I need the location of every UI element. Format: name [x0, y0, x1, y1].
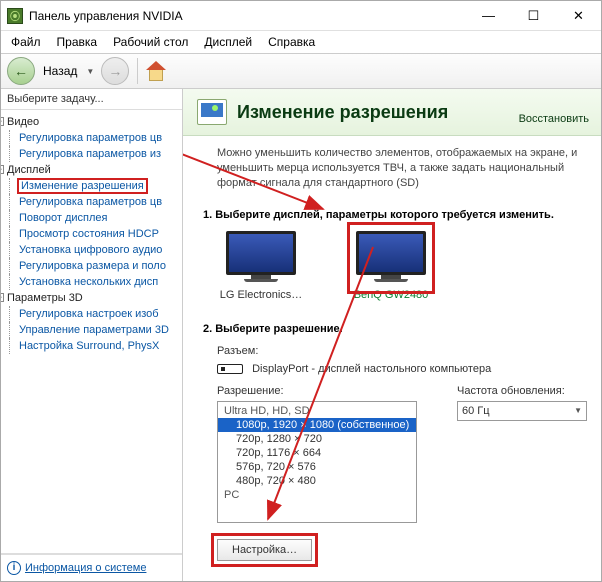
nvidia-icon: ⦿: [7, 8, 23, 24]
task-tree: −Видео Регулировка параметров цв Регулир…: [1, 109, 182, 554]
system-info-link[interactable]: iИнформация о системе: [1, 554, 182, 581]
tree-item[interactable]: Регулировка настроек изоб: [19, 308, 159, 320]
res-option[interactable]: 1080p, 1920 × 1080 (собственное): [218, 418, 416, 432]
resolution-label: Разрешение:: [217, 385, 417, 397]
titlebar: ⦿ Панель управления NVIDIA — ☐ ✕: [1, 1, 601, 31]
menu-edit[interactable]: Правка: [51, 33, 104, 51]
tree-item[interactable]: Просмотр состояния HDCP: [19, 228, 159, 240]
connector-value: DisplayPort - дисплей настольного компью…: [252, 363, 491, 375]
back-button[interactable]: ←: [7, 57, 35, 85]
minimize-button[interactable]: —: [466, 1, 511, 30]
menu-help[interactable]: Справка: [262, 33, 321, 51]
sidebar: Выберите задачу... −Видео Регулировка па…: [1, 89, 183, 581]
chevron-down-icon: ▼: [574, 406, 582, 415]
menubar: Файл Правка Рабочий стол Дисплей Справка: [1, 31, 601, 53]
collapse-icon[interactable]: −: [1, 117, 4, 126]
tree-item[interactable]: Поворот дисплея: [19, 212, 107, 224]
home-icon[interactable]: [146, 61, 166, 81]
step1-label: 1. Выберите дисплей, параметры которого …: [203, 209, 593, 221]
task-header: Выберите задачу...: [1, 89, 182, 109]
tree-item[interactable]: Регулировка параметров цв: [19, 132, 162, 144]
res-group: PC: [218, 488, 416, 502]
resolution-listbox[interactable]: Ultra HD, HD, SD 1080p, 1920 × 1080 (соб…: [217, 401, 417, 523]
tree-item[interactable]: Управление параметрами 3D: [19, 324, 169, 336]
window-title: Панель управления NVIDIA: [29, 9, 466, 23]
navbar: ← Назад ▼ →: [1, 53, 601, 89]
monitor-option-2[interactable]: BenQ GW2480: [341, 231, 441, 301]
back-history-dropdown[interactable]: ▼: [83, 58, 97, 84]
page-header: Изменение разрешения Восстановить: [183, 89, 601, 136]
info-icon: i: [7, 561, 21, 575]
tree-item-change-resolution[interactable]: Изменение разрешения: [19, 180, 146, 192]
tree-item[interactable]: Регулировка размера и поло: [19, 260, 166, 272]
forward-button[interactable]: →: [101, 57, 129, 85]
content-pane: Изменение разрешения Восстановить Можно …: [183, 89, 601, 581]
main: Можно уменьшить количество элементов, от…: [183, 136, 601, 581]
divider: [137, 58, 138, 84]
res-option[interactable]: 576p, 720 × 576: [218, 460, 416, 474]
nvidia-control-panel-window: ⦿ Панель управления NVIDIA — ☐ ✕ Файл Пр…: [0, 0, 602, 582]
tree-item[interactable]: Установка цифрового аудио: [19, 244, 162, 256]
refresh-label: Частота обновления:: [457, 385, 587, 397]
maximize-button[interactable]: ☐: [511, 1, 556, 30]
res-option[interactable]: 720p, 1176 × 664: [218, 446, 416, 460]
collapse-icon[interactable]: −: [1, 293, 4, 302]
tree-item[interactable]: Установка нескольких дисп: [19, 276, 158, 288]
restore-link[interactable]: Восстановить: [519, 113, 589, 125]
description: Можно уменьшить количество элементов, от…: [203, 146, 593, 191]
monitor-option-1[interactable]: LG Electronics…: [211, 231, 311, 301]
back-label: Назад: [43, 64, 77, 78]
tree-item[interactable]: Настройка Surround, PhysX: [19, 340, 159, 352]
tree-item[interactable]: Регулировка параметров из: [19, 148, 161, 160]
step2-label: 2. Выберите разрешение.: [203, 323, 593, 335]
tree-cat-display[interactable]: Дисплей: [7, 163, 51, 177]
collapse-icon[interactable]: −: [1, 165, 4, 174]
page-title: Изменение разрешения: [237, 102, 509, 123]
close-button[interactable]: ✕: [556, 1, 601, 30]
res-option[interactable]: 480p, 720 × 480: [218, 474, 416, 488]
displayport-icon: [217, 364, 243, 374]
res-option[interactable]: 720p, 1280 × 720: [218, 432, 416, 446]
tree-cat-video[interactable]: Видео: [7, 115, 39, 129]
menu-file[interactable]: Файл: [5, 33, 47, 51]
resolution-icon: [197, 99, 227, 125]
tree-item[interactable]: Регулировка параметров цв: [19, 196, 162, 208]
menu-desktop[interactable]: Рабочий стол: [107, 33, 194, 51]
monitor-picker: LG Electronics… BenQ GW2480: [211, 231, 593, 301]
res-group: Ultra HD, HD, SD: [218, 404, 416, 418]
connector-label: Разъем:: [217, 345, 258, 357]
refresh-combo[interactable]: 60 Гц ▼: [457, 401, 587, 421]
menu-display[interactable]: Дисплей: [198, 33, 258, 51]
tree-cat-3d[interactable]: Параметры 3D: [7, 291, 83, 305]
customize-button[interactable]: Настройка…: [217, 539, 312, 561]
